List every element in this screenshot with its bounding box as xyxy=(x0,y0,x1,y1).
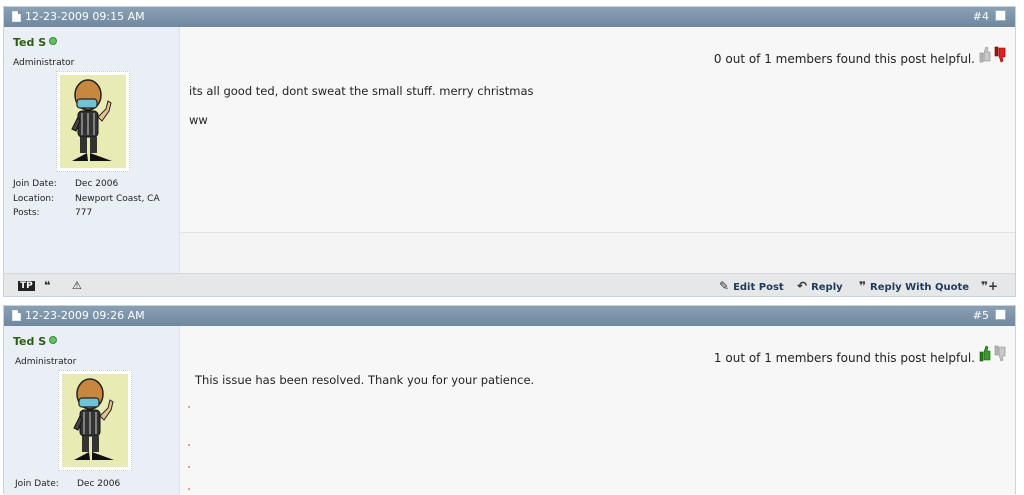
message-line: This issue has been resolved. Thank you … xyxy=(195,373,535,387)
online-status-icon xyxy=(49,336,58,344)
reply-label: Reply xyxy=(811,282,843,293)
username-link[interactable]: Ted S xyxy=(13,335,58,348)
divider xyxy=(188,406,190,408)
meta-value: 777 xyxy=(75,208,93,218)
meta-posts: Posts: 777 xyxy=(13,208,92,218)
thumb-down-icon[interactable] xyxy=(994,46,1006,63)
meta-key: Posts: xyxy=(13,208,40,218)
edit-post-label: Edit Post xyxy=(733,282,784,293)
post-select-checkbox[interactable] xyxy=(995,309,1006,320)
message-line: its all good ted, dont sweat the small s… xyxy=(189,84,534,98)
user-title: Administrator xyxy=(13,58,75,68)
post-footer: TP ❝ ⚠ ✎ Edit Post ↶ Reply ❞ Reply With Quo… xyxy=(4,273,1015,296)
reply-with-quote-label: Reply With Quote xyxy=(870,282,970,293)
post-content: 0 out of 1 members found this post helpf… xyxy=(180,27,1015,233)
helpful-count: 1 out of 1 members found this post helpf… xyxy=(713,351,975,365)
post-date: 12-23-2009 09:26 AM xyxy=(25,309,145,322)
post-4: 12-23-2009 09:15 AM #4 Ted S Administrat… xyxy=(3,6,1016,297)
message-line: ww xyxy=(189,113,208,127)
reply-with-quote-button[interactable]: ❞ Reply With Quote xyxy=(859,279,969,293)
avatar[interactable] xyxy=(58,370,132,471)
document-icon xyxy=(12,11,21,22)
thumb-up-icon[interactable] xyxy=(979,345,991,362)
avatar-image xyxy=(62,374,128,467)
meta-value: Dec 2006 xyxy=(77,479,121,489)
meta-key: Location: xyxy=(13,194,55,204)
edit-post-button[interactable]: ✎ Edit Post xyxy=(719,279,784,293)
meta-value: Dec 2006 xyxy=(75,179,119,189)
post-number-link[interactable]: #5 xyxy=(973,309,989,322)
meta-join-date: Join Date: Dec 2006 xyxy=(13,179,118,189)
user-info-panel: Ted S Administrator Join Date: Dec 2006 L… xyxy=(4,27,180,273)
multi-quote-button[interactable]: ❞+ xyxy=(981,279,1002,293)
thumb-down-icon[interactable] xyxy=(994,345,1006,362)
report-icon[interactable]: ⚠ xyxy=(72,279,82,292)
reply-icon: ↶ xyxy=(797,279,808,293)
helpful-count: 0 out of 1 members found this post helpf… xyxy=(713,52,975,66)
multi-quote-icon: ❞+ xyxy=(981,279,999,293)
reply-button[interactable]: ↶ Reply xyxy=(797,279,843,293)
online-status-icon xyxy=(49,37,58,45)
username-text: Ted S xyxy=(13,335,47,348)
post-number-link[interactable]: #4 xyxy=(973,10,989,23)
divider xyxy=(188,488,190,490)
user-info-panel: Ted S Administrator Join Date: Dec 2006 xyxy=(4,326,180,495)
reply-with-quote-icon: ❞ xyxy=(859,279,867,293)
edit-icon: ✎ xyxy=(719,279,730,293)
divider xyxy=(188,466,190,468)
avatar-image xyxy=(60,75,126,168)
quote-icon[interactable]: ❝ xyxy=(44,279,50,292)
document-icon xyxy=(12,310,21,321)
divider xyxy=(188,444,190,446)
user-title: Administrator xyxy=(15,357,77,367)
meta-key: Join Date: xyxy=(13,179,57,189)
post-select-checkbox[interactable] xyxy=(995,10,1006,21)
username-text: Ted S xyxy=(13,36,47,49)
post-header: 12-23-2009 09:26 AM #5 xyxy=(4,306,1015,326)
meta-key: Join Date: xyxy=(15,479,59,489)
post-date: 12-23-2009 09:15 AM xyxy=(25,10,145,23)
post-5: 12-23-2009 09:26 AM #5 Ted S Administrat… xyxy=(3,305,1016,495)
post-header: 12-23-2009 09:15 AM #4 xyxy=(4,7,1015,27)
thumb-up-icon[interactable] xyxy=(979,46,991,63)
meta-value: Newport Coast, CA xyxy=(75,194,160,204)
username-link[interactable]: Ted S xyxy=(13,36,58,49)
avatar[interactable] xyxy=(56,71,130,172)
meta-join-date: Join Date: Dec 2006 xyxy=(15,479,120,489)
meta-location: Location: Newport Coast, CA xyxy=(13,194,160,204)
post-content: 1 out of 1 members found this post helpf… xyxy=(180,326,1015,494)
text-icon[interactable]: TP xyxy=(18,281,35,291)
